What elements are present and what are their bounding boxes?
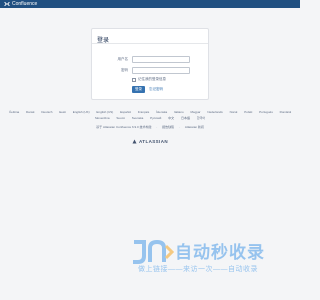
password-input[interactable]	[132, 67, 190, 74]
atlassian-wordmark: ATLASSIAN	[138, 139, 169, 144]
watermark-logo-icon	[133, 239, 174, 264]
language-link[interactable]: Polski	[244, 110, 252, 116]
language-link[interactable]: Română	[280, 110, 291, 116]
powered-by-text: 基于 Atlassian Confluence 6.9.0 技术构建	[96, 125, 152, 129]
atlassian-logo: ATLASSIAN	[0, 139, 300, 144]
language-link[interactable]: Eesti	[59, 110, 66, 116]
language-link[interactable]: 한국어	[197, 116, 205, 122]
language-link[interactable]: Norsk	[230, 110, 238, 116]
language-link[interactable]: Svenska	[132, 116, 144, 122]
confluence-x-icon	[4, 1, 10, 7]
username-row: 用户名	[92, 56, 208, 64]
watermark-title: 自动秒收录	[175, 243, 265, 262]
language-picker: Čeština Dansk Deutsch Eesti English (UK)…	[4, 110, 296, 121]
atlassian-news-link[interactable]: Atlassian 新闻	[185, 125, 204, 129]
report-bug-link[interactable]: 报告缺陷	[162, 125, 174, 129]
username-input[interactable]	[132, 56, 190, 63]
title-divider	[92, 43, 208, 44]
remember-me-row: 记住我的登录信息	[132, 77, 166, 82]
password-label: 密码	[121, 68, 128, 72]
language-link[interactable]: Nederlands	[207, 110, 222, 116]
brand-label: Confluence	[12, 1, 38, 7]
language-link[interactable]: Suomi	[116, 116, 125, 122]
page-footer: 基于 Atlassian Confluence 6.9.0 技术构建 · 报告缺…	[96, 125, 204, 129]
watermark-subtitle: 做上链接——来访一次——自动收录	[138, 266, 258, 273]
atlassian-triangle-icon	[132, 139, 137, 144]
language-link[interactable]: 中文	[168, 116, 174, 122]
login-actions: 登录 忘记密码	[132, 86, 163, 93]
language-link[interactable]: Português	[259, 110, 273, 116]
language-link[interactable]: English (UK)	[73, 110, 90, 116]
language-link[interactable]: Slovenčina	[95, 116, 110, 122]
remember-me-label: 记住我的登录信息	[138, 77, 166, 81]
language-link[interactable]: Русский	[150, 116, 161, 122]
language-link[interactable]: Dansk	[26, 110, 35, 116]
language-link[interactable]: Čeština	[9, 110, 19, 116]
language-link[interactable]: Deutsch	[41, 110, 52, 116]
top-navigation-bar: Confluence	[0, 0, 300, 8]
password-row: 密码	[92, 67, 208, 75]
username-label: 用户名	[117, 57, 129, 61]
login-button[interactable]: 登录	[132, 86, 145, 93]
watermark-overlay: 自动秒收录 做上链接——来访一次——自动收录	[130, 236, 280, 276]
login-card: 登录 用户名 密码 记住我的登录信息 登录 忘记密码	[91, 28, 209, 100]
confluence-home-link[interactable]: Confluence	[4, 0, 37, 8]
language-link[interactable]: 日本語	[181, 116, 190, 122]
remember-me-checkbox[interactable]	[132, 77, 136, 82]
forgot-password-link[interactable]: 忘记密码	[149, 87, 163, 92]
